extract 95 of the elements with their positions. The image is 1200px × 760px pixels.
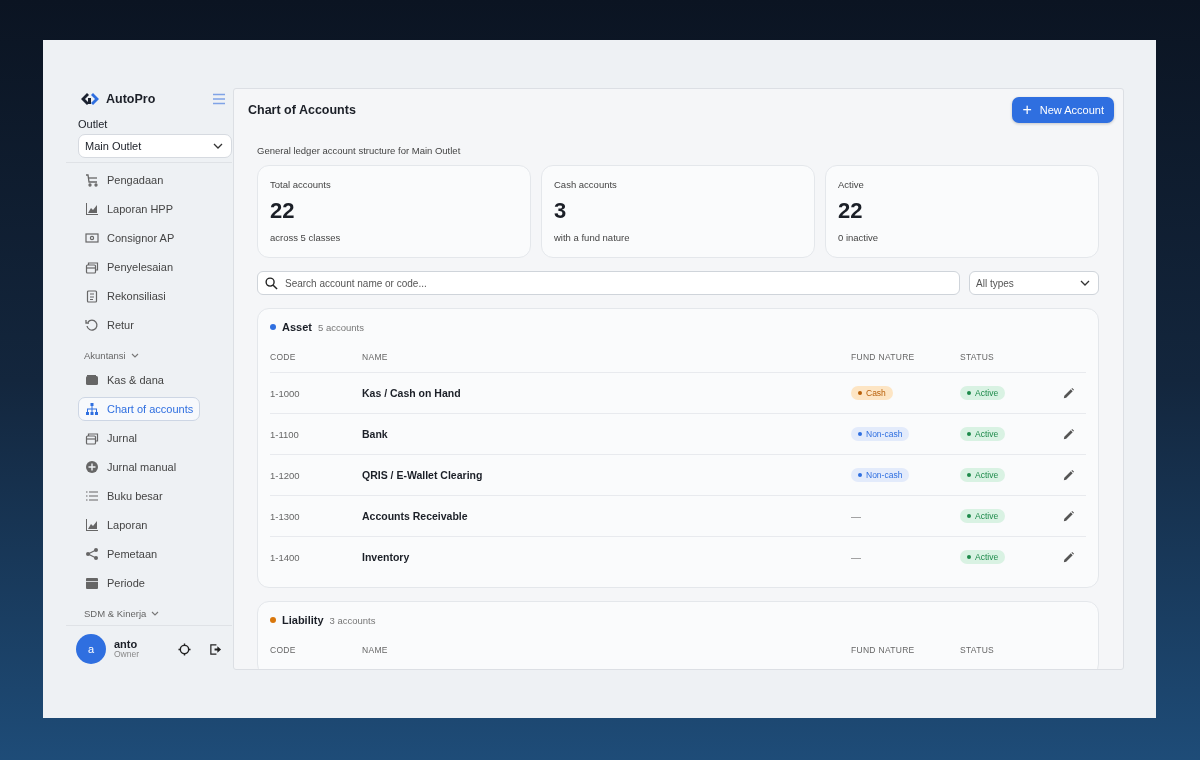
account-count: 5 accounts: [317, 321, 364, 333]
search-icon: [265, 276, 278, 290]
table-cell-text: 1-1100: [270, 428, 300, 440]
chevron-icon: [151, 610, 160, 616]
fund-nature-tag: Non-cash: [851, 427, 910, 441]
user-name: anto: [114, 639, 139, 651]
pencil-icon[interactable]: [1062, 427, 1075, 441]
status-tag: Active: [960, 427, 1006, 441]
stat-value: 3: [554, 198, 568, 224]
stat-value: 22: [838, 198, 864, 224]
column-header: STATUS: [960, 351, 996, 362]
stat-label: Total accounts: [270, 179, 332, 190]
nav-item[interactable]: Laporan: [78, 512, 155, 537]
stat-note: with a fund nature: [554, 232, 631, 243]
section-header[interactable]: SDM & Kinerja: [78, 603, 232, 623]
table-cell-text: Accounts Receivable: [362, 510, 469, 522]
nav-item[interactable]: Penyelesaian: [78, 254, 181, 279]
status-tag: Active: [960, 386, 1006, 400]
status-tag: Active: [960, 550, 1006, 564]
nav-item[interactable]: Periode: [78, 570, 152, 595]
chevron-down-icon: [1080, 280, 1090, 286]
table-cell: —: [851, 510, 861, 522]
area-chart-icon: [85, 201, 99, 216]
nav-item[interactable]: Pemetaan: [78, 541, 165, 566]
page-subtitle: General ledger account structure for Main Outlet: [257, 145, 462, 156]
stat-label: Cash accounts: [554, 179, 618, 190]
column-header: CODE: [270, 644, 297, 655]
logout-icon[interactable]: [209, 642, 222, 656]
table-cell-text: 1-1000: [270, 387, 301, 399]
column-header: CODE: [270, 351, 297, 362]
section-header[interactable]: Akuntansi: [78, 345, 232, 365]
user-role: Owner: [114, 650, 141, 659]
stacked-box-icon: [85, 430, 99, 445]
table-cell: —: [851, 551, 861, 563]
logo-icon: [80, 92, 100, 106]
status-tag: Active: [960, 468, 1006, 482]
nav-item[interactable]: Rekonsiliasi: [78, 283, 173, 308]
table-cell-text: QRIS / E-Wallet Clearing: [362, 469, 484, 481]
table-cell-text: Kas / Cash on Hand: [362, 387, 462, 399]
column-header: FUND NATURE: [851, 351, 916, 362]
table-cell-text: 1-1300: [270, 510, 301, 522]
stat-note: 0 inactive: [838, 232, 880, 243]
clipboard-icon: [85, 288, 99, 303]
chevron-icon: [130, 352, 139, 358]
pencil-icon[interactable]: [1062, 386, 1075, 400]
outlet-label: Outlet: [78, 118, 109, 130]
pencil-icon[interactable]: [1062, 550, 1075, 564]
class-name: Asset: [282, 321, 312, 333]
plus-circle-icon: [85, 459, 99, 474]
class-name: Liability: [282, 614, 324, 626]
new-account-button[interactable]: + New Account: [1012, 97, 1114, 123]
column-header: FUND NATURE: [851, 644, 916, 655]
status-tag: Active: [960, 509, 1006, 523]
table-cell-text: 1-1200: [270, 469, 301, 481]
chevron-down-icon: [213, 143, 223, 149]
user-avatar[interactable]: a: [76, 634, 106, 664]
nav-item[interactable]: Laporan HPP: [78, 196, 181, 221]
stacked-box-icon: [85, 259, 99, 274]
cart-icon: [85, 172, 99, 187]
nav-item[interactable]: Chart of accounts: [78, 396, 201, 421]
nav-item[interactable]: Pengadaan: [78, 167, 171, 192]
nav-item[interactable]: Jurnal: [78, 425, 144, 450]
column-header: STATUS: [960, 644, 996, 655]
list-icon: [85, 488, 99, 503]
nav-item[interactable]: Kas & dana: [78, 367, 171, 392]
stat-note: across 5 classes: [270, 232, 342, 243]
nav-item[interactable]: Buku besar: [78, 483, 170, 508]
account-count: 3 accounts: [329, 614, 376, 626]
settings-icon[interactable]: [178, 642, 191, 656]
page-title: Chart of Accounts: [248, 103, 356, 117]
outlet-select[interactable]: Main Outlet: [78, 134, 232, 158]
calendar-icon: [85, 575, 99, 590]
hierarchy-icon: [85, 401, 99, 416]
table-cell-text: 1-1400: [270, 551, 301, 563]
type-select[interactable]: All types: [969, 271, 1099, 295]
nav-item[interactable]: Retur: [78, 312, 141, 337]
wallet-icon: [85, 372, 99, 387]
share-icon: [85, 546, 99, 561]
area-chart-icon: [85, 517, 99, 532]
fund-nature-tag: Non-cash: [851, 468, 910, 482]
fund-nature-tag: Cash: [851, 386, 893, 400]
nav-item[interactable]: Consignor AP: [78, 225, 182, 250]
brand-name: AutoPro: [106, 92, 157, 106]
column-header: NAME: [362, 351, 389, 362]
search-field[interactable]: Search account name or code...: [257, 271, 960, 295]
stat-label: Active: [838, 179, 865, 190]
table-cell-text: Bank: [362, 428, 389, 440]
stat-value: 22: [270, 198, 296, 224]
nav-item[interactable]: Jurnal manual: [78, 454, 184, 479]
table-cell-text: Inventory: [362, 551, 411, 563]
column-header: NAME: [362, 644, 389, 655]
pencil-icon[interactable]: [1062, 468, 1075, 482]
pencil-icon[interactable]: [1062, 509, 1075, 523]
undo-icon: [85, 317, 99, 332]
banknote-icon: [85, 230, 99, 245]
